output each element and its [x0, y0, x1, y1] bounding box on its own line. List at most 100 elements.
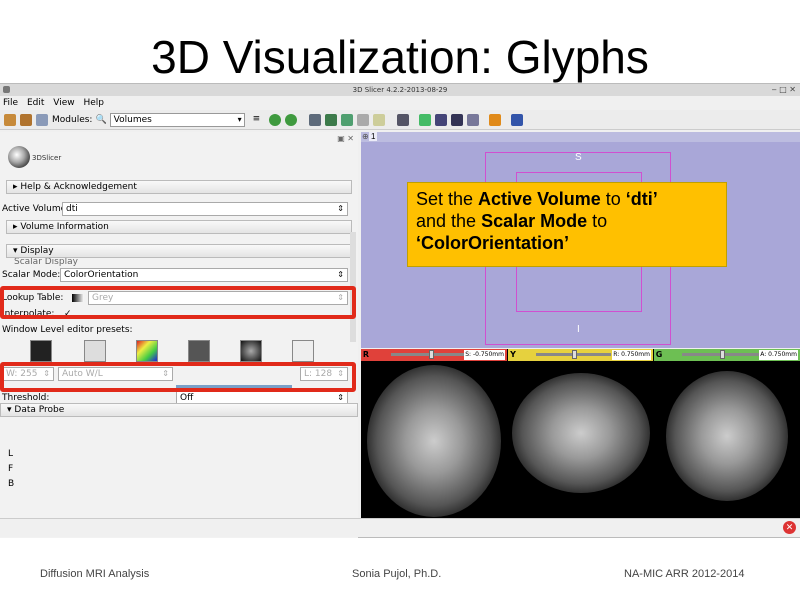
yellow-slice-offset: R: 0.750mm	[612, 350, 651, 360]
red-slice-image[interactable]	[361, 361, 507, 519]
scalar-mode-label: Scalar Mode:	[2, 270, 61, 280]
preset-ct-air-icon[interactable]	[30, 340, 52, 362]
preset-ct-abdomen-icon[interactable]	[84, 340, 106, 362]
module-search-icon[interactable]: 🔍	[95, 115, 106, 125]
section-volume-information[interactable]: ▸ Volume Information	[6, 220, 352, 234]
footer-center: Sonia Pujol, Ph.D.	[352, 568, 442, 580]
section-data-probe-label: Data Probe	[14, 405, 65, 415]
preset-pet-icon[interactable]	[136, 340, 158, 362]
slice-views: R S: -0.750mm Y R: 0.750mm G A: 0.750mm	[361, 349, 800, 519]
crosshair-icon[interactable]	[488, 113, 501, 126]
module-selected: Volumes	[113, 114, 152, 125]
layout-icon[interactable]	[396, 113, 409, 126]
wl-presets-row: Window Level editor presets:	[0, 322, 358, 338]
python-icon[interactable]	[510, 113, 523, 126]
editor-icon[interactable]	[324, 113, 337, 126]
status-bar: ✕	[0, 518, 800, 537]
callout-text: to	[587, 211, 608, 231]
red-slice-slider[interactable]	[391, 350, 469, 359]
callout-dti: ‘dti’	[625, 189, 658, 209]
section-display[interactable]: ▾ Display	[6, 244, 352, 258]
yellow-slice-letter: Y	[510, 350, 516, 359]
axial-brain-image	[367, 365, 501, 517]
menu-view[interactable]: View	[53, 98, 74, 108]
window-titlebar: 3D Slicer 4.2.2-2013-08-29 ‒ □ ✕	[0, 84, 800, 96]
slicer-window: 3D Slicer 4.2.2-2013-08-29 ‒ □ ✕ File Ed…	[0, 83, 800, 538]
active-volume-value: dti	[66, 204, 78, 214]
window-controls[interactable]: ‒ □ ✕	[772, 84, 796, 96]
slicer-logo-text: 3DSlicer	[32, 154, 62, 162]
load-data-icon[interactable]	[4, 113, 16, 126]
load-dicom-icon[interactable]	[20, 113, 32, 126]
coronal-brain-image	[666, 371, 788, 501]
mouse-mode-icon[interactable]	[418, 113, 431, 126]
back-arrow-icon[interactable]	[268, 113, 281, 126]
highlight-scalar-mode	[0, 362, 356, 392]
segment-icon[interactable]	[340, 113, 353, 126]
callout-colororientation: ‘ColorOrientation’	[416, 233, 569, 253]
save-icon[interactable]	[36, 113, 48, 126]
slicer-logo-icon	[8, 146, 30, 168]
section-display-label: Display	[20, 246, 54, 256]
active-volume-row: Active Volume dti	[0, 201, 358, 217]
green-slice-knob[interactable]	[720, 350, 725, 359]
green-slice-letter: G	[655, 350, 663, 359]
pin-icon[interactable]: ⊕	[362, 132, 369, 141]
transforms-icon[interactable]	[356, 113, 369, 126]
yellow-slice-image[interactable]	[508, 361, 653, 519]
green-slice-slider[interactable]	[682, 350, 760, 359]
scalar-display-subsection[interactable]: Scalar Display	[0, 258, 358, 267]
scene-icon[interactable]	[466, 113, 479, 126]
callout-text: Set the	[416, 189, 479, 209]
scalar-mode-value: ColorOrientation	[64, 270, 139, 280]
red-slice-letter: R	[362, 350, 370, 359]
markup-icon[interactable]	[372, 113, 385, 126]
app-icon	[3, 86, 10, 93]
data-probe-info: L F B	[0, 447, 358, 492]
threed-view[interactable]: ⊕ 1 S I Set the Active Volume to ‘dti’ a…	[361, 132, 800, 348]
forward-arrow-icon[interactable]	[284, 113, 297, 126]
error-log-icon[interactable]: ✕	[783, 521, 796, 534]
sagittal-brain-image	[512, 373, 650, 493]
green-slice-offset: A: 0.750mm	[759, 350, 798, 360]
menu-edit[interactable]: Edit	[27, 98, 44, 108]
yellow-slice-slider[interactable]	[536, 350, 611, 359]
section-help-label: Help & Acknowledgement	[20, 182, 137, 192]
slicer-logo-row: 3DSlicer ▣ ✕	[0, 132, 358, 180]
threed-view-bar: ⊕ 1	[361, 132, 800, 142]
scalar-mode-row: Scalar Mode: ColorOrientation	[0, 267, 358, 283]
threshold-label: Threshold:	[2, 393, 50, 403]
panel-close-icon[interactable]: ▣ ✕	[337, 134, 354, 143]
instruction-callout: Set the Active Volume to ‘dti’ and the S…	[407, 182, 727, 267]
view-number: 1	[369, 132, 378, 141]
module-selector[interactable]: Volumes	[109, 112, 245, 127]
red-slice-offset: S: -0.750mm	[464, 350, 505, 360]
preset-ct-brain-icon[interactable]	[240, 340, 262, 362]
preset-ct-bone-icon[interactable]	[188, 340, 210, 362]
yellow-slice-bar: Y R: 0.750mm	[508, 349, 653, 361]
module-panel: 3DSlicer ▣ ✕ ▸ Help & Acknowledgement Ac…	[0, 132, 358, 538]
callout-text: and the	[416, 211, 482, 231]
red-slice-knob[interactable]	[429, 350, 434, 359]
footer-left: Diffusion MRI Analysis	[40, 568, 150, 580]
preset-ct-lung-icon[interactable]	[292, 340, 314, 362]
active-volume-select[interactable]: dti	[62, 202, 348, 216]
orientation-S: S	[575, 152, 582, 163]
green-slice-image[interactable]	[654, 361, 800, 519]
models-icon[interactable]	[308, 113, 321, 126]
section-help[interactable]: ▸ Help & Acknowledgement	[6, 180, 352, 194]
probe-F: F	[8, 464, 14, 474]
callout-active-volume: Active Volume	[478, 189, 601, 209]
menu-file[interactable]: File	[3, 98, 18, 108]
view-icon[interactable]	[450, 113, 463, 126]
footer-right: NA-MIC ARR 2012-2014	[624, 568, 745, 580]
screenshot-icon[interactable]	[434, 113, 447, 126]
section-data-probe[interactable]: ▾ Data Probe	[0, 403, 358, 417]
menu-help[interactable]: Help	[83, 98, 104, 108]
yellow-slice-knob[interactable]	[572, 350, 577, 359]
scalar-display-label: Scalar Display	[14, 258, 78, 267]
module-history-icon[interactable]: ≡	[253, 114, 265, 126]
window-title: 3D Slicer 4.2.2-2013-08-29	[352, 86, 448, 94]
scalar-mode-select[interactable]: ColorOrientation	[60, 268, 348, 282]
callout-scalar-mode: Scalar Mode	[481, 211, 588, 231]
